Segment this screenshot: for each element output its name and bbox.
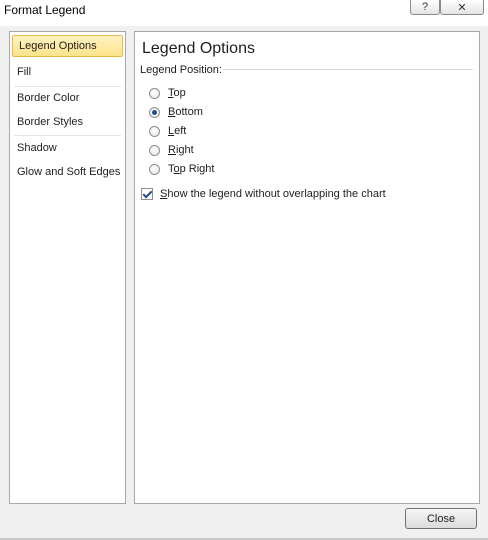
panel-heading: Legend Options [142, 40, 255, 57]
options-panel: Legend Options Legend Position: Top Bott… [134, 31, 480, 504]
radio-button-left[interactable] [149, 125, 160, 137]
radio-top-right[interactable]: Top Right [149, 161, 214, 177]
legend-position-label: Legend Position: [140, 64, 222, 76]
overlap-option[interactable]: Show the legend without overlapping the … [141, 186, 386, 202]
group-divider [223, 69, 473, 70]
window-close-button[interactable]: ✕ [440, 0, 484, 15]
overlap-checkbox[interactable] [141, 188, 153, 200]
nav-item-border-color[interactable]: Border Color [11, 87, 124, 109]
radio-button-right[interactable] [149, 144, 160, 156]
radio-top[interactable]: Top [149, 85, 186, 101]
nav-item-border-styles[interactable]: Border Styles [11, 111, 124, 133]
nav-item-glow-soft-edges[interactable]: Glow and Soft Edges [11, 161, 124, 183]
radio-label-top: Top [168, 87, 186, 99]
format-legend-dialog: Format Legend ? ✕ Legend Options Fill Bo… [0, 0, 488, 540]
close-button[interactable]: Close [405, 508, 477, 529]
help-icon: ? [421, 1, 429, 13]
overlap-checkbox-label: Show the legend without overlapping the … [160, 188, 386, 200]
radio-label-top-right: Top Right [168, 163, 215, 175]
help-button[interactable]: ? [410, 0, 440, 15]
radio-bottom[interactable]: Bottom [149, 104, 203, 120]
nav-item-shadow[interactable]: Shadow [11, 137, 124, 159]
radio-label-left: Left [168, 125, 187, 137]
dialog-title: Format Legend [4, 3, 86, 17]
nav-separator [14, 135, 121, 136]
radio-left[interactable]: Left [149, 123, 186, 139]
radio-button-bottom[interactable] [149, 106, 160, 118]
radio-button-top-right[interactable] [149, 163, 160, 175]
close-icon: ✕ [457, 1, 467, 14]
title-bar: Format Legend ? ✕ [0, 0, 488, 26]
category-list: Legend Options Fill Border Color Border … [9, 31, 126, 504]
nav-item-fill[interactable]: Fill [11, 61, 124, 83]
radio-label-right: Right [168, 144, 194, 156]
radio-right[interactable]: Right [149, 142, 194, 158]
nav-item-legend-options[interactable]: Legend Options [12, 35, 123, 57]
radio-button-top[interactable] [149, 87, 160, 99]
radio-label-bottom: Bottom [168, 106, 203, 118]
